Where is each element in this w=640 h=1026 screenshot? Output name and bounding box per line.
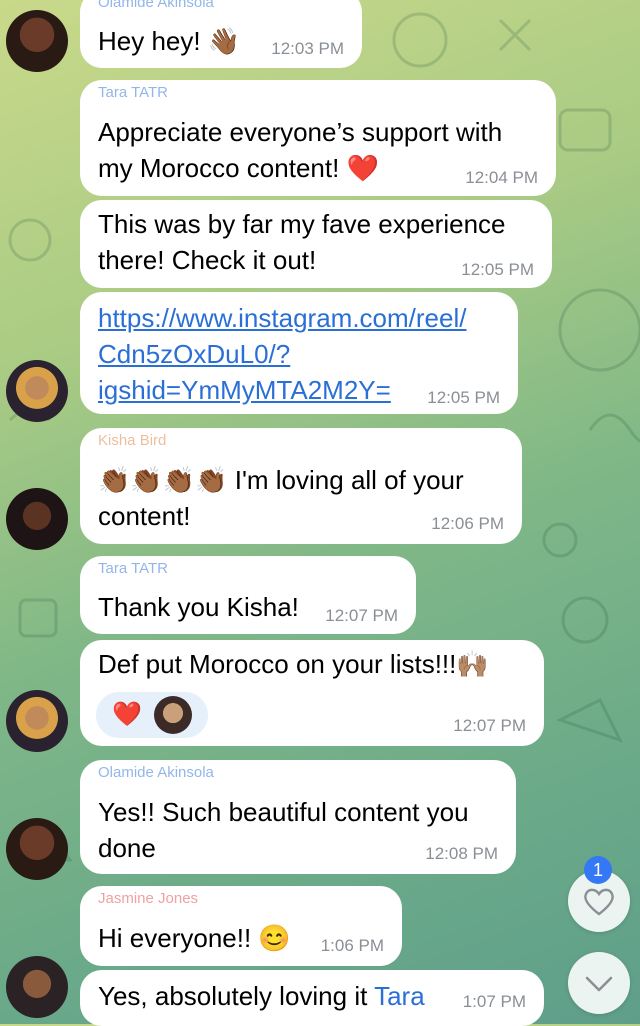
avatar[interactable] [6,360,68,422]
message-bubble[interactable]: Tara TATR Appreciate everyone’s support … [80,80,556,196]
reactor-avatar [154,696,192,734]
sender-name: Olamide Akinsola [98,0,214,11]
message-bubble[interactable]: Tara TATR Thank you Kisha! 12:07 PM [80,556,416,634]
message-bubble[interactable]: https://www.instagram.com/reel/ Cdn5zOxD… [80,292,518,414]
sender-name: Olamide Akinsola [98,764,214,781]
message-bubble[interactable]: Olamide Akinsola Hey hey! 👋🏾 12:03 PM [80,0,362,68]
message-link[interactable]: Cdn5zOxDuL0/? [98,336,290,372]
message-text-prefix: Yes, absolutely loving it [98,981,375,1011]
message-time: 12:07 PM [453,716,526,735]
sender-name: Tara TATR [98,84,169,101]
message-text: 👏🏾👏🏾👏🏾👏🏾 I'm loving all of your [98,465,464,495]
message-time: 12:04 PM [465,168,538,187]
message-text: Hey hey! 👋🏾 [98,26,241,56]
message-bubble[interactable]: Def put Morocco on your lists!!!🙌🏽 ❤️ 12… [80,640,544,746]
message-time: 12:07 PM [325,606,398,625]
message-time: 12:08 PM [425,844,498,863]
message-bubble[interactable]: This was by far my fave experience there… [80,200,552,288]
message-text: content! [98,501,191,531]
reaction-pill[interactable]: ❤️ [96,692,208,738]
message-time: 1:07 PM [462,992,526,1011]
reactions-count-badge: 1 [584,856,612,884]
avatar[interactable] [6,488,68,550]
message-text: Appreciate everyone’s support with [98,117,503,147]
message-time: 12:06 PM [431,514,504,533]
message-bubble[interactable]: Olamide Akinsola Yes!! Such beautiful co… [80,760,516,874]
sender-name: Tara TATR [98,560,169,577]
message-link[interactable]: https://www.instagram.com/reel/ [98,300,466,336]
message-text: Yes!! Such beautiful content you [98,797,469,827]
chevron-down-icon [585,976,613,992]
sender-name: Jasmine Jones [98,890,199,907]
message-bubble[interactable]: Kisha Bird 👏🏾👏🏾👏🏾👏🏾 I'm loving all of yo… [80,428,522,544]
message-time: 1:06 PM [320,936,384,955]
message-text: This was by far my fave experience [98,209,506,239]
heart-reaction: ❤️ [112,701,142,728]
avatar[interactable] [6,818,68,880]
avatar[interactable] [6,690,68,752]
mention-link[interactable]: Tara [374,981,425,1011]
message-time: 12:03 PM [271,39,344,58]
sender-name: Kisha Bird [98,432,167,449]
message-text: Thank you Kisha! [98,592,299,622]
message-text: Hi everyone!! 😊 [98,923,291,953]
message-text: my Morocco content! ❤️ [98,153,379,183]
avatar[interactable] [6,956,68,1018]
message-text: Yes, absolutely loving it Tara [98,978,425,1014]
message-text: there! Check it out! [98,245,317,275]
message-time: 12:05 PM [461,260,534,279]
message-link[interactable]: igshid=YmMyMTA2M2Y= [98,372,391,408]
message-bubble[interactable]: Yes, absolutely loving it Tara 1:07 PM [80,970,544,1026]
message-text: done [98,833,156,863]
message-time: 12:05 PM [427,388,500,407]
message-bubble[interactable]: Jasmine Jones Hi everyone!! 😊 1:06 PM [80,886,402,966]
scroll-down-button[interactable] [568,952,630,1014]
avatar[interactable] [6,10,68,72]
message-text: Def put Morocco on your lists!!!🙌🏽 [98,649,489,679]
